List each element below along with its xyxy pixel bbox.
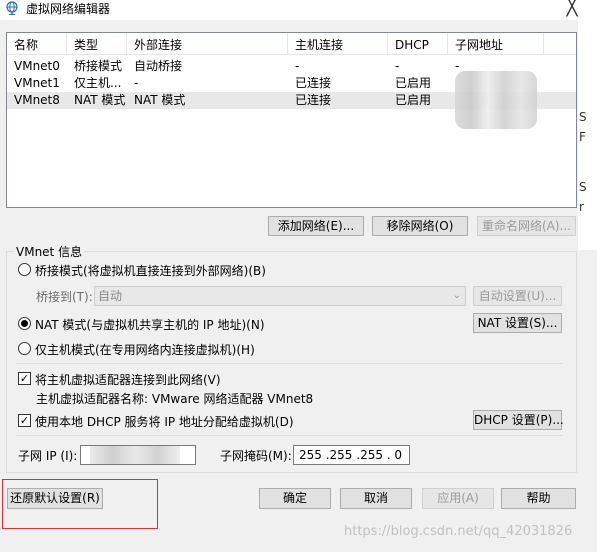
- rename-network-button[interactable]: 重命名网络(A)...: [477, 216, 576, 236]
- subnet-mask-input[interactable]: 255 .255 .255 . 0: [293, 445, 410, 465]
- dhcp-settings-button[interactable]: DHCP 设置(P)...: [473, 410, 564, 430]
- vmnet-info-group: [6, 251, 577, 473]
- ok-button[interactable]: 确定: [259, 488, 331, 509]
- cell-name: VMnet0: [14, 59, 60, 73]
- vmnet-info-legend: VMnet 信息: [14, 243, 85, 260]
- apply-button[interactable]: 应用(A): [422, 488, 494, 509]
- background-window-strip: S F S r: [578, 20, 597, 250]
- window-title: 虚拟网络编辑器: [26, 2, 111, 16]
- cell-host: 已连接: [295, 76, 332, 90]
- highlight-annotation-box: [2, 479, 158, 529]
- remove-network-button[interactable]: 移除网络(O): [372, 216, 468, 236]
- cell-host: -: [295, 59, 300, 73]
- cell-dhcp: -: [395, 59, 400, 73]
- column-header-dhcp[interactable]: DHCP: [388, 33, 448, 55]
- column-header-external[interactable]: 外部连接: [127, 33, 288, 55]
- redacted-ip-blur: [90, 446, 180, 464]
- cell-type: NAT 模式: [74, 93, 126, 107]
- help-button[interactable]: 帮助: [501, 488, 576, 509]
- bridged-to-value: 自动: [98, 289, 123, 303]
- column-header-name[interactable]: 名称: [7, 33, 67, 55]
- adapter-name-label: 主机虚拟适配器名称: VMware 网络适配器 VMnet8: [36, 392, 314, 406]
- cell-external: 自动桥接: [134, 59, 183, 73]
- chevron-down-icon: ⌄: [452, 290, 461, 301]
- column-header-subnet[interactable]: 子网地址: [448, 33, 544, 55]
- connect-adapter-checkbox[interactable]: ✓: [18, 372, 31, 385]
- background-text: r: [579, 200, 584, 214]
- subnet-ip-label: 子网 IP (I):: [18, 449, 78, 463]
- close-icon[interactable]: ╳: [562, 0, 582, 17]
- host-only-mode-radio[interactable]: [18, 342, 31, 355]
- bridged-mode-label[interactable]: 桥接模式(将虚拟机直接连接到外部网络)(B): [35, 262, 266, 279]
- redacted-subnet-blur: [455, 71, 537, 129]
- cell-type: 桥接模式: [74, 59, 123, 73]
- connect-adapter-label[interactable]: 将主机虚拟适配器连接到此网络(V): [35, 371, 221, 388]
- cell-dhcp: 已启用: [395, 93, 432, 107]
- virtual-network-editor-window: 虚拟网络编辑器 ╳ S F S r 名称 类型 外部连接 主机连接 DHCP 子…: [0, 0, 597, 552]
- cancel-button[interactable]: 取消: [340, 488, 412, 509]
- divider: [16, 435, 563, 436]
- network-list[interactable]: 名称 类型 外部连接 主机连接 DHCP 子网地址 VMnet0 桥接模式 自动…: [6, 32, 577, 208]
- subnet-mask-label: 子网掩码(M):: [220, 449, 292, 463]
- nat-settings-button[interactable]: NAT 设置(S)...: [473, 313, 562, 333]
- cell-dhcp: 已启用: [395, 76, 432, 90]
- column-header-type[interactable]: 类型: [67, 33, 127, 55]
- cell-type: 仅主机...: [74, 76, 122, 90]
- auto-settings-button[interactable]: 自动设置(U)...: [473, 286, 562, 306]
- title-bar: 虚拟网络编辑器 ╳: [0, 0, 597, 20]
- cell-name: VMnet8: [14, 93, 60, 107]
- globe-network-icon: [6, 1, 18, 15]
- cell-host: 已连接: [295, 93, 332, 107]
- host-only-mode-label[interactable]: 仅主机模式(在专用网络内连接虚拟机)(H): [35, 341, 255, 358]
- dhcp-service-checkbox[interactable]: ✓: [18, 414, 31, 427]
- column-header-host[interactable]: 主机连接: [288, 33, 388, 55]
- watermark-text: https://blog.csdn.net/qq_42031826: [344, 524, 573, 539]
- background-text: F: [579, 130, 586, 144]
- background-text: S: [579, 110, 587, 124]
- list-header: 名称 类型 外部连接 主机连接 DHCP 子网地址: [7, 33, 576, 55]
- bridged-mode-radio[interactable]: [18, 263, 31, 276]
- nat-mode-label[interactable]: NAT 模式(与虚拟机共享主机的 IP 地址)(N): [35, 316, 265, 333]
- cell-external: -: [134, 76, 139, 90]
- cell-name: VMnet1: [14, 76, 60, 90]
- dhcp-service-label[interactable]: 使用本地 DHCP 服务将 IP 地址分配给虚拟机(D): [35, 413, 294, 430]
- bridged-to-label: 桥接到(T):: [36, 290, 93, 304]
- nat-mode-radio[interactable]: [18, 317, 31, 330]
- add-network-button[interactable]: 添加网络(E)...: [268, 216, 364, 236]
- cell-external: NAT 模式: [134, 93, 186, 107]
- background-text: S: [579, 180, 587, 194]
- divider: [16, 363, 563, 364]
- bridged-to-select[interactable]: 自动 ⌄: [94, 286, 466, 306]
